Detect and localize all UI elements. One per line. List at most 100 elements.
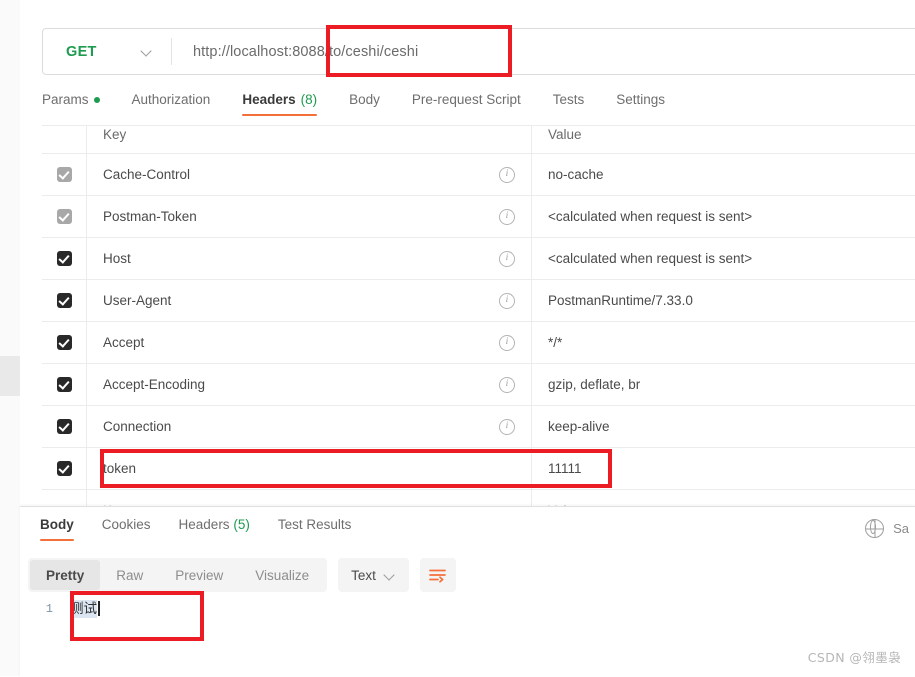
header-key-cell[interactable]: Accept-Encoding i <box>87 364 532 405</box>
header-key-text: Postman-Token <box>103 209 197 224</box>
response-tab-test-results[interactable]: Test Results <box>264 517 366 541</box>
info-icon[interactable]: i <box>499 376 515 393</box>
header-key-text: Cache-Control <box>103 167 191 182</box>
header-key-text: token <box>103 461 137 476</box>
header-key-text: Accept-Encoding <box>103 377 206 392</box>
table-row: User-Agent i PostmanRuntime/7.33.0 <box>42 280 915 322</box>
header-value-cell[interactable]: gzip, deflate, br <box>532 364 915 405</box>
header-enabled-checkbox[interactable] <box>56 377 72 392</box>
header-enabled-checkbox[interactable] <box>56 335 72 350</box>
header-key-cell[interactable]: Connection i <box>87 406 532 447</box>
headers-table-clip: Key Value Cache-Control i no-cache Postman-To… <box>42 125 915 506</box>
response-tab-label: Test Results <box>277 517 352 532</box>
response-format-toolbar: Pretty Raw Preview Visualize Text <box>28 558 456 592</box>
tab-label: Body <box>349 92 380 107</box>
info-icon[interactable]: i <box>499 208 515 225</box>
new-header-key-input[interactable]: Key <box>87 490 532 506</box>
tab-label: Params <box>42 92 89 107</box>
tab-label: Pre-request Script <box>411 92 521 107</box>
response-toolbar-right: Sa <box>865 519 909 538</box>
headers-table: Key Value Cache-Control i no-cache Postman-To… <box>42 125 915 506</box>
header-value-cell[interactable]: no-cache <box>532 154 915 195</box>
text-caret <box>98 601 100 616</box>
header-value-cell[interactable]: <calculated when request is sent> <box>532 196 915 237</box>
response-type-select[interactable]: Text <box>338 558 409 592</box>
globe-icon[interactable] <box>865 519 885 538</box>
header-enabled-checkbox[interactable] <box>56 167 72 182</box>
header-key-text: Accept <box>103 335 145 350</box>
info-icon[interactable]: i <box>499 334 515 351</box>
header-value-cell[interactable]: 11111 <box>532 448 915 489</box>
column-header-key: Key <box>87 126 532 153</box>
header-row-checkbox-cell <box>42 238 87 279</box>
response-tabs: Body Cookies Headers (5) Test Results <box>30 517 365 541</box>
watermark: CSDN @翎墨袅 <box>807 650 901 665</box>
header-key-cell[interactable]: Cache-Control i <box>87 154 532 195</box>
header-row-checkbox-cell <box>42 126 87 153</box>
header-value-cell[interactable]: <calculated when request is sent> <box>532 238 915 279</box>
header-enabled-checkbox[interactable] <box>56 419 72 434</box>
format-tab-pretty[interactable]: Pretty <box>30 560 101 590</box>
format-tab-visualize[interactable]: Visualize <box>239 560 325 590</box>
left-sidebar-rail <box>0 0 21 676</box>
header-row-checkbox-cell <box>42 448 87 489</box>
table-row: Cache-Control i no-cache <box>42 154 915 196</box>
header-key-cell[interactable]: Postman-Token i <box>87 196 532 237</box>
word-wrap-button[interactable] <box>419 558 456 592</box>
header-key-cell[interactable]: token <box>87 448 532 489</box>
response-tab-body[interactable]: Body <box>30 517 88 541</box>
response-type-label: Text <box>351 567 376 583</box>
header-row-checkbox-cell <box>42 154 87 195</box>
header-key-cell[interactable]: Accept i <box>87 322 532 363</box>
header-enabled-checkbox[interactable] <box>56 461 72 476</box>
format-tab-raw[interactable]: Raw <box>100 560 159 590</box>
tab-tests[interactable]: Tests <box>537 92 601 116</box>
line-number: 1 <box>45 602 53 616</box>
response-body: 1 测试 <box>20 598 915 648</box>
url-input[interactable]: http://localhost:8088/to/ceshi/ceshi <box>172 29 915 74</box>
tab-label: Settings <box>616 92 665 107</box>
table-row: Host i <calculated when request is sent> <box>42 238 915 280</box>
tab-pre-request-script[interactable]: Pre-request Script <box>396 92 537 116</box>
info-icon[interactable]: i <box>499 250 515 267</box>
header-row-checkbox-cell <box>42 364 87 405</box>
http-method-label: GET <box>66 43 97 60</box>
response-body-text: 测试 <box>70 600 97 618</box>
response-tab-label: Body <box>40 517 74 532</box>
tab-body[interactable]: Body <box>333 92 396 116</box>
header-value-cell[interactable]: keep-alive <box>532 406 915 447</box>
header-value-cell[interactable]: PostmanRuntime/7.33.0 <box>532 280 915 321</box>
headers-table-header-row: Key Value <box>42 126 915 154</box>
info-icon[interactable]: i <box>499 292 515 309</box>
tab-count: (8) <box>300 92 318 107</box>
response-tab-cookies[interactable]: Cookies <box>88 517 165 541</box>
save-response-label[interactable]: Sa <box>893 521 909 536</box>
response-tab-headers[interactable]: Headers (5) <box>165 517 264 541</box>
header-row-checkbox-cell <box>42 322 87 363</box>
http-method-select[interactable]: GET <box>43 29 171 74</box>
table-row: Accept i */* <box>42 322 915 364</box>
info-icon[interactable]: i <box>499 418 515 435</box>
format-tab-preview[interactable]: Preview <box>159 560 239 590</box>
header-key-cell[interactable]: User-Agent i <box>87 280 532 321</box>
sidebar-collapse-handle[interactable] <box>0 356 20 396</box>
tab-params[interactable]: Params <box>42 92 116 116</box>
new-header-placeholder-row[interactable]: KeyValue <box>42 490 915 506</box>
header-row-checkbox-cell <box>42 196 87 237</box>
response-body-text-wrap[interactable]: 测试 <box>62 598 100 620</box>
info-icon[interactable]: i <box>499 166 515 183</box>
tab-settings[interactable]: Settings <box>600 92 681 116</box>
header-enabled-checkbox[interactable] <box>56 209 72 224</box>
header-row-checkbox-cell <box>42 490 87 506</box>
tab-authorization[interactable]: Authorization <box>116 92 227 116</box>
header-value-cell[interactable]: */* <box>532 322 915 363</box>
url-bar: GET http://localhost:8088/to/ceshi/ceshi <box>42 28 915 75</box>
new-header-value-input[interactable]: Value <box>532 490 915 506</box>
header-key-cell[interactable]: Host i <box>87 238 532 279</box>
header-enabled-checkbox[interactable] <box>56 293 72 308</box>
table-row: Connection i keep-alive <box>42 406 915 448</box>
header-enabled-checkbox[interactable] <box>56 251 72 266</box>
tab-headers[interactable]: Headers (8) <box>226 92 333 116</box>
column-header-value: Value <box>548 127 582 142</box>
request-tabs: Params Authorization Headers (8) Body Pre-req… <box>42 92 681 124</box>
